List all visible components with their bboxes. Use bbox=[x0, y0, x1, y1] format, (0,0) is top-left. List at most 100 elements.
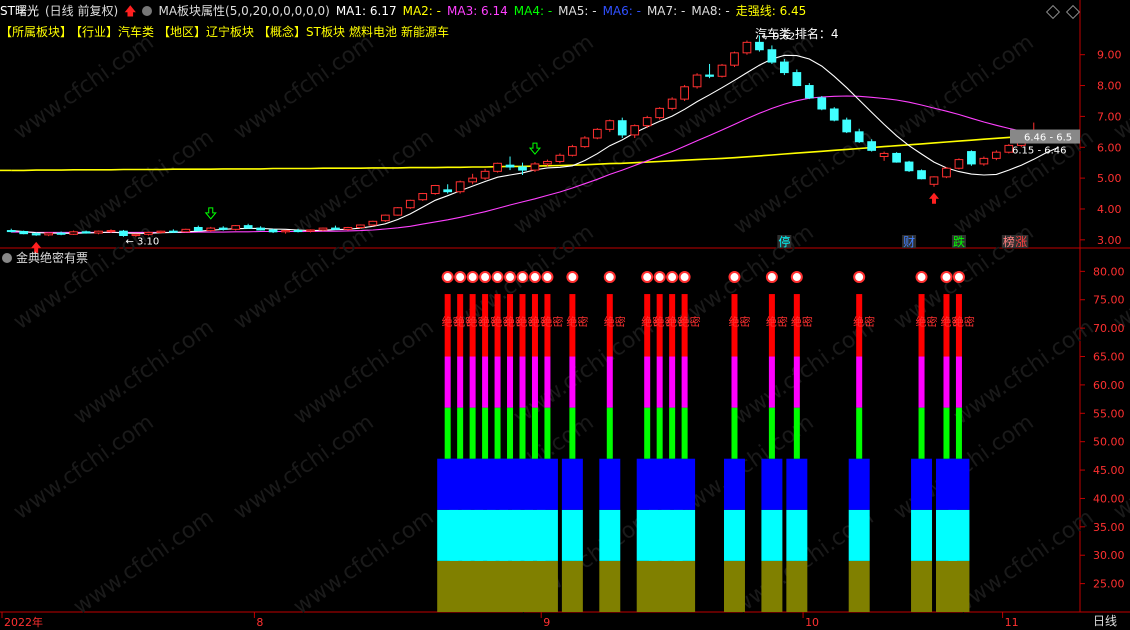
stock-name[interactable]: ST曙光 bbox=[0, 4, 39, 18]
signal-segment bbox=[444, 356, 451, 408]
signal-ball-icon bbox=[678, 271, 691, 284]
block-item[interactable]: 【所属板块】 bbox=[0, 25, 72, 39]
sell-arrow-icon bbox=[204, 207, 217, 220]
signal-segment bbox=[544, 407, 551, 459]
signal-segment bbox=[444, 407, 451, 459]
signal-segment bbox=[561, 509, 583, 561]
signal-label: 绝密 bbox=[679, 314, 701, 328]
subchart-title[interactable]: 金典绝密有票 bbox=[2, 250, 88, 266]
signal-segment bbox=[599, 560, 621, 612]
signal-segment bbox=[482, 407, 489, 459]
block-item[interactable]: 新能源车 bbox=[401, 25, 449, 39]
signal-ball-icon bbox=[653, 271, 666, 284]
last-range-text: 6.15 - 6.46 bbox=[1012, 146, 1067, 157]
chart-header: ST曙光 (日线 前复权) 🡅 MA板块属性(5,0,20,0,0,0,0,0) MA1… bbox=[0, 0, 1080, 22]
signal-segment bbox=[457, 356, 464, 408]
signal-segment bbox=[724, 458, 745, 510]
block-item[interactable]: 【行业】汽车类 bbox=[76, 25, 154, 39]
candle-body bbox=[829, 108, 839, 121]
candle-body bbox=[667, 98, 677, 109]
candle-body bbox=[942, 167, 951, 178]
signal-segment bbox=[674, 560, 696, 612]
signal-ball-icon bbox=[853, 271, 866, 284]
signal-segment bbox=[768, 356, 775, 408]
candle-body bbox=[692, 74, 702, 88]
candle-body bbox=[630, 125, 640, 136]
signal-segment bbox=[848, 458, 870, 510]
watermark-text: www.cfchi.com bbox=[229, 30, 378, 145]
candle-body bbox=[443, 189, 453, 193]
sell-arrow-icon bbox=[528, 142, 542, 155]
signal-segment bbox=[569, 356, 576, 408]
signal-ball-icon bbox=[541, 271, 554, 284]
signal-segment bbox=[507, 356, 514, 408]
block-item[interactable]: 【地区】辽宁板块 bbox=[158, 25, 254, 39]
event-label: 榜 bbox=[1003, 234, 1015, 249]
signal-segment bbox=[724, 560, 745, 612]
chart-canvas: www.cfchi.com www.cfchi.com www.cfchi.com w… bbox=[0, 0, 1130, 629]
block-item[interactable]: 【概念】ST板块 bbox=[258, 25, 345, 39]
candle-body bbox=[119, 230, 128, 237]
signal-ball-icon bbox=[491, 271, 504, 284]
event-label: 财 bbox=[903, 235, 915, 249]
ma-values: MA1: 6.17 MA2: - MA3: 6.14 MA4: - MA5: - MA6:… bbox=[336, 4, 812, 18]
signal-segment bbox=[761, 509, 783, 561]
event-label: 停 bbox=[778, 234, 790, 249]
candle-body bbox=[306, 229, 315, 232]
signal-segment bbox=[918, 407, 925, 459]
signal-label: 绝密 bbox=[853, 314, 875, 328]
sub-axis-label: 25.00 bbox=[1093, 578, 1125, 591]
signal-ball-icon bbox=[441, 271, 454, 284]
signal-segment bbox=[856, 356, 863, 408]
signal-ball-icon bbox=[666, 271, 679, 284]
signal-ball-icon bbox=[466, 271, 479, 284]
ma-item: MA1: 6.17 bbox=[335, 4, 397, 18]
signal-segment bbox=[856, 407, 863, 459]
candle-body bbox=[605, 120, 615, 130]
signal-segment bbox=[531, 407, 538, 459]
candle-body bbox=[854, 131, 864, 143]
signal-label: 绝密 bbox=[604, 314, 626, 328]
candle-body bbox=[879, 152, 889, 158]
signal-segment bbox=[482, 356, 489, 408]
signal-segment bbox=[786, 509, 808, 561]
candle-body bbox=[6, 230, 16, 233]
signal-segment bbox=[848, 509, 870, 561]
signal-ball-icon bbox=[479, 271, 492, 284]
candle-body bbox=[780, 61, 789, 74]
signal-segment bbox=[561, 560, 583, 612]
indicator-name[interactable]: MA板块属性(5,0,20,0,0,0,0,0) bbox=[158, 4, 329, 18]
signal-segment bbox=[911, 560, 933, 612]
signal-ball-icon bbox=[790, 271, 803, 284]
main-axis-label: 4.00 bbox=[1097, 203, 1122, 216]
candle-body bbox=[44, 232, 54, 236]
candle-body bbox=[917, 170, 926, 180]
sub-axis-label: 70.00 bbox=[1093, 322, 1125, 335]
signal-segment bbox=[674, 509, 696, 561]
signal-segment bbox=[761, 560, 783, 612]
signal-segment bbox=[606, 356, 613, 408]
date-label: 2022年 bbox=[4, 615, 43, 629]
signal-segment bbox=[948, 458, 970, 510]
candle-body bbox=[206, 227, 216, 232]
candle-body bbox=[356, 224, 365, 228]
candle-body bbox=[929, 176, 939, 185]
settings-circle-icon[interactable] bbox=[142, 6, 153, 16]
signal-segment bbox=[531, 356, 538, 408]
signal-segment bbox=[457, 407, 464, 459]
signal-ball-icon bbox=[528, 271, 541, 284]
signal-segment bbox=[731, 407, 738, 459]
chart-mode: (日线 前复权) bbox=[44, 4, 119, 18]
ma-item: 走强线: 6.45 bbox=[735, 4, 807, 18]
candle-body bbox=[904, 161, 914, 172]
candle-body bbox=[804, 85, 814, 99]
sub-axis-label: 45.00 bbox=[1093, 464, 1125, 477]
signal-segment bbox=[644, 356, 651, 408]
block-item[interactable]: 燃料电池 bbox=[349, 25, 397, 39]
candle-body bbox=[94, 230, 103, 234]
signal-segment bbox=[793, 407, 800, 459]
sub-axis-label: 50.00 bbox=[1093, 436, 1125, 449]
settings-circle-icon[interactable] bbox=[2, 253, 12, 263]
candle-body bbox=[892, 152, 901, 163]
period-tab[interactable]: 日线 bbox=[1082, 612, 1128, 630]
